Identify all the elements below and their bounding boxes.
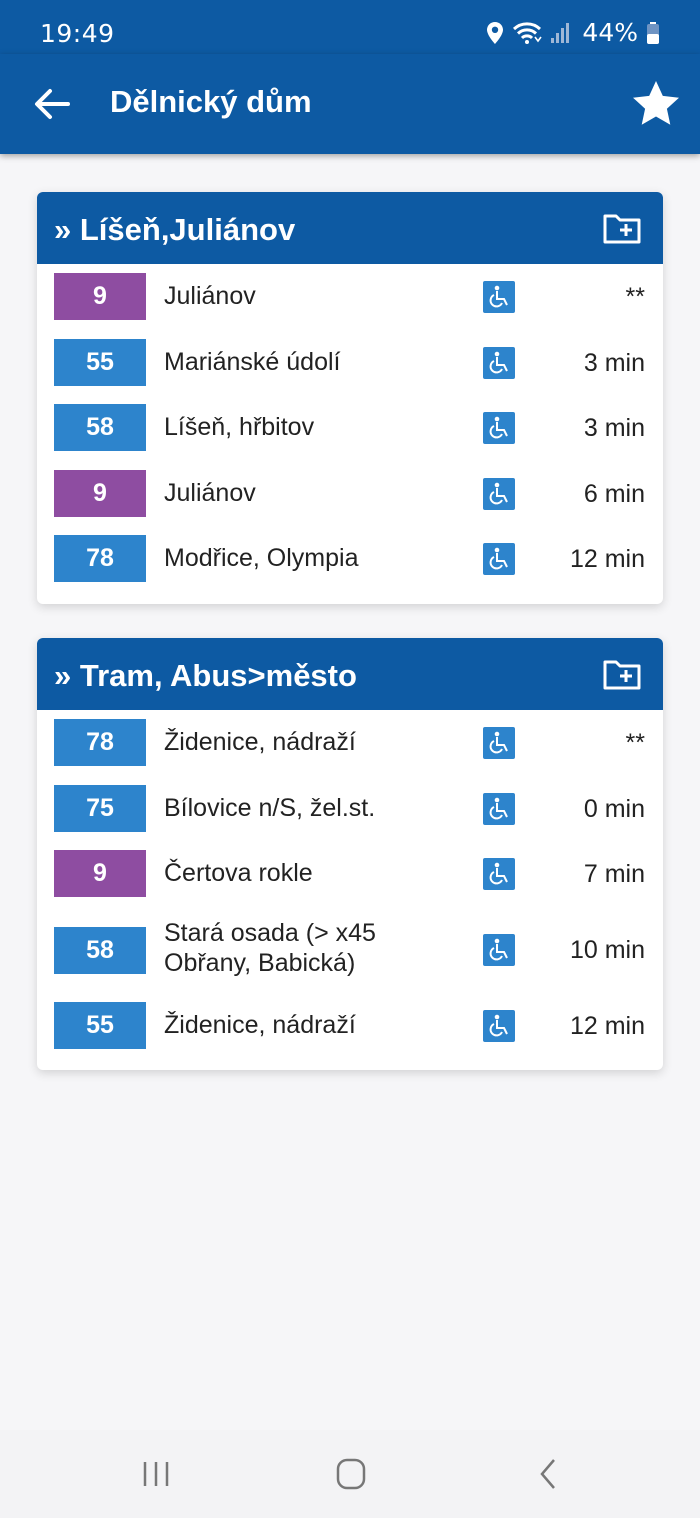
departure-time: 3 min <box>583 414 645 442</box>
departure-time: 3 min <box>583 348 645 377</box>
back-button[interactable] <box>30 82 74 126</box>
home-button[interactable] <box>331 1456 371 1492</box>
wheelchair-icon <box>483 281 515 313</box>
card-title: » Líšeň,Juliánov <box>54 212 296 247</box>
location-icon <box>486 21 504 45</box>
wheelchair-icon <box>483 477 515 510</box>
departure-time: 12 min <box>569 1011 645 1040</box>
departure-row[interactable]: 58 Líšeň, hřbitov 3 min <box>37 401 663 467</box>
app-bar: Dělnický dům <box>0 54 700 154</box>
wheelchair-icon <box>483 543 515 575</box>
departure-row[interactable]: 78 Židenice, nádraží ** <box>37 716 663 782</box>
add-folder-button[interactable] <box>603 658 641 692</box>
departure-row[interactable]: 55 Židenice, nádraží 12 min <box>37 999 663 1065</box>
recent-apps-button[interactable] <box>136 1456 176 1492</box>
destination: Mariánské údolí <box>164 347 341 376</box>
folder-add-icon <box>603 660 641 690</box>
departure-list: 78 Židenice, nádraží ** 75 Bílovice n/S,… <box>37 710 663 1070</box>
departure-time: 10 min <box>569 935 645 964</box>
signal-icon <box>550 22 570 44</box>
star-icon <box>633 81 679 125</box>
line-badge: 78 <box>54 719 146 766</box>
wheelchair-icon <box>483 933 515 966</box>
departure-time: 6 min <box>583 479 645 508</box>
departure-time: 12 min <box>569 545 645 573</box>
folder-add-icon <box>603 214 641 244</box>
departure-card: » Líšeň,Juliánov 9 Juliánov ** 55 Marián… <box>37 192 663 604</box>
destination: Bílovice n/S, žel.st. <box>164 793 376 822</box>
departure-row[interactable]: 9 Juliánov 6 min <box>37 467 663 533</box>
destination: Líšeň, hřbitov <box>164 413 315 441</box>
destination: Juliánov <box>164 478 256 507</box>
departure-time: 7 min <box>583 860 645 888</box>
chevron-left-icon <box>540 1459 555 1489</box>
back-arrow-icon <box>35 89 70 119</box>
card-title: » Tram, Abus>město <box>54 658 357 693</box>
departure-row[interactable]: 75 Bílovice n/S, žel.st. 0 min <box>37 782 663 848</box>
destination: Židenice, nádraží <box>164 728 356 756</box>
wheelchair-icon <box>483 792 515 825</box>
status-bar: 19:49 44% <box>0 0 700 54</box>
destination: Čertova rokle <box>164 859 313 887</box>
destination: Modřice, Olympia <box>164 544 359 572</box>
line-badge: 55 <box>54 1001 146 1049</box>
system-nav-bar <box>0 1430 700 1518</box>
destination: Juliánov <box>164 282 256 310</box>
departure-card: » Tram, Abus>město 78 Židenice, nádraží … <box>37 638 663 1070</box>
system-back-button[interactable] <box>528 1456 568 1492</box>
destination: Židenice, nádraží <box>164 1010 356 1039</box>
page-title: Dělnický dům <box>110 84 312 119</box>
add-folder-button[interactable] <box>603 212 641 246</box>
favorite-button[interactable] <box>630 78 682 130</box>
status-time: 19:49 <box>40 19 115 48</box>
line-badge: 78 <box>54 535 146 582</box>
wheelchair-icon <box>483 1009 515 1042</box>
line-badge: 55 <box>54 338 146 386</box>
line-badge: 58 <box>54 926 146 974</box>
departure-time: 0 min <box>583 794 645 823</box>
departure-row[interactable]: 55 Mariánské údolí 3 min <box>37 336 663 402</box>
departure-row[interactable]: 9 Juliánov ** <box>37 270 663 336</box>
wifi-icon <box>512 21 543 45</box>
recent-apps-icon <box>143 1462 169 1486</box>
wheelchair-icon <box>483 858 515 890</box>
card-header: » Líšeň,Juliánov <box>37 192 663 264</box>
line-badge: 58 <box>54 404 146 451</box>
departure-time: ** <box>625 283 645 311</box>
card-header: » Tram, Abus>město <box>37 638 663 710</box>
status-icons: 44% <box>486 18 660 47</box>
wheelchair-icon <box>483 346 515 379</box>
departure-list: 9 Juliánov ** 55 Mariánské údolí 3 min 5… <box>37 264 663 604</box>
line-badge: 9 <box>54 850 146 897</box>
line-badge: 75 <box>54 784 146 832</box>
battery-percent: 44% <box>582 18 638 47</box>
departure-time: ** <box>625 729 645 757</box>
line-badge: 9 <box>54 469 146 517</box>
wheelchair-icon <box>483 412 515 444</box>
departure-row[interactable]: 9 Čertova rokle 7 min <box>37 847 663 913</box>
departure-row[interactable]: 78 Modřice, Olympia 12 min <box>37 532 663 598</box>
line-badge: 9 <box>54 273 146 320</box>
wheelchair-icon <box>483 727 515 759</box>
home-icon <box>336 1458 366 1490</box>
destination: Stará osada (> x45 Obřany, Babická) <box>164 918 376 977</box>
departure-row[interactable]: 58 Stará osada (> x45 Obřany, Babická) 1… <box>37 913 663 999</box>
battery-icon <box>646 21 660 45</box>
